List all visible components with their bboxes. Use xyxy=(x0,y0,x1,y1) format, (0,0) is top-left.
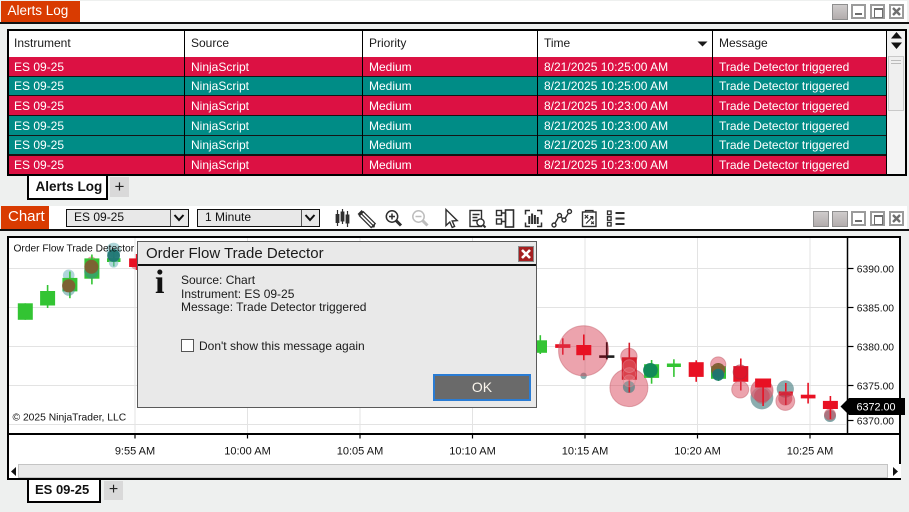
svg-text:10:20 AM: 10:20 AM xyxy=(674,446,720,458)
svg-text:© 2025 NinjaTrader, LLC: © 2025 NinjaTrader, LLC xyxy=(13,413,127,424)
svg-text:10:10 AM: 10:10 AM xyxy=(449,446,495,458)
svg-text:6375.00: 6375.00 xyxy=(857,381,894,392)
svg-text:6380.00: 6380.00 xyxy=(857,342,894,353)
svg-text:6370.00: 6370.00 xyxy=(857,416,894,427)
svg-text:10:00 AM: 10:00 AM xyxy=(224,446,270,458)
svg-text:Order Flow Trade Detector: Order Flow Trade Detector xyxy=(14,244,135,255)
svg-text:6390.00: 6390.00 xyxy=(857,264,894,275)
svg-text:6372.00: 6372.00 xyxy=(857,402,896,414)
svg-text:10:15 AM: 10:15 AM xyxy=(562,446,608,458)
svg-text:6385.00: 6385.00 xyxy=(857,303,894,314)
svg-text:10:25 AM: 10:25 AM xyxy=(787,446,833,458)
svg-text:10:05 AM: 10:05 AM xyxy=(337,446,383,458)
svg-text:9:55 AM: 9:55 AM xyxy=(115,446,155,458)
